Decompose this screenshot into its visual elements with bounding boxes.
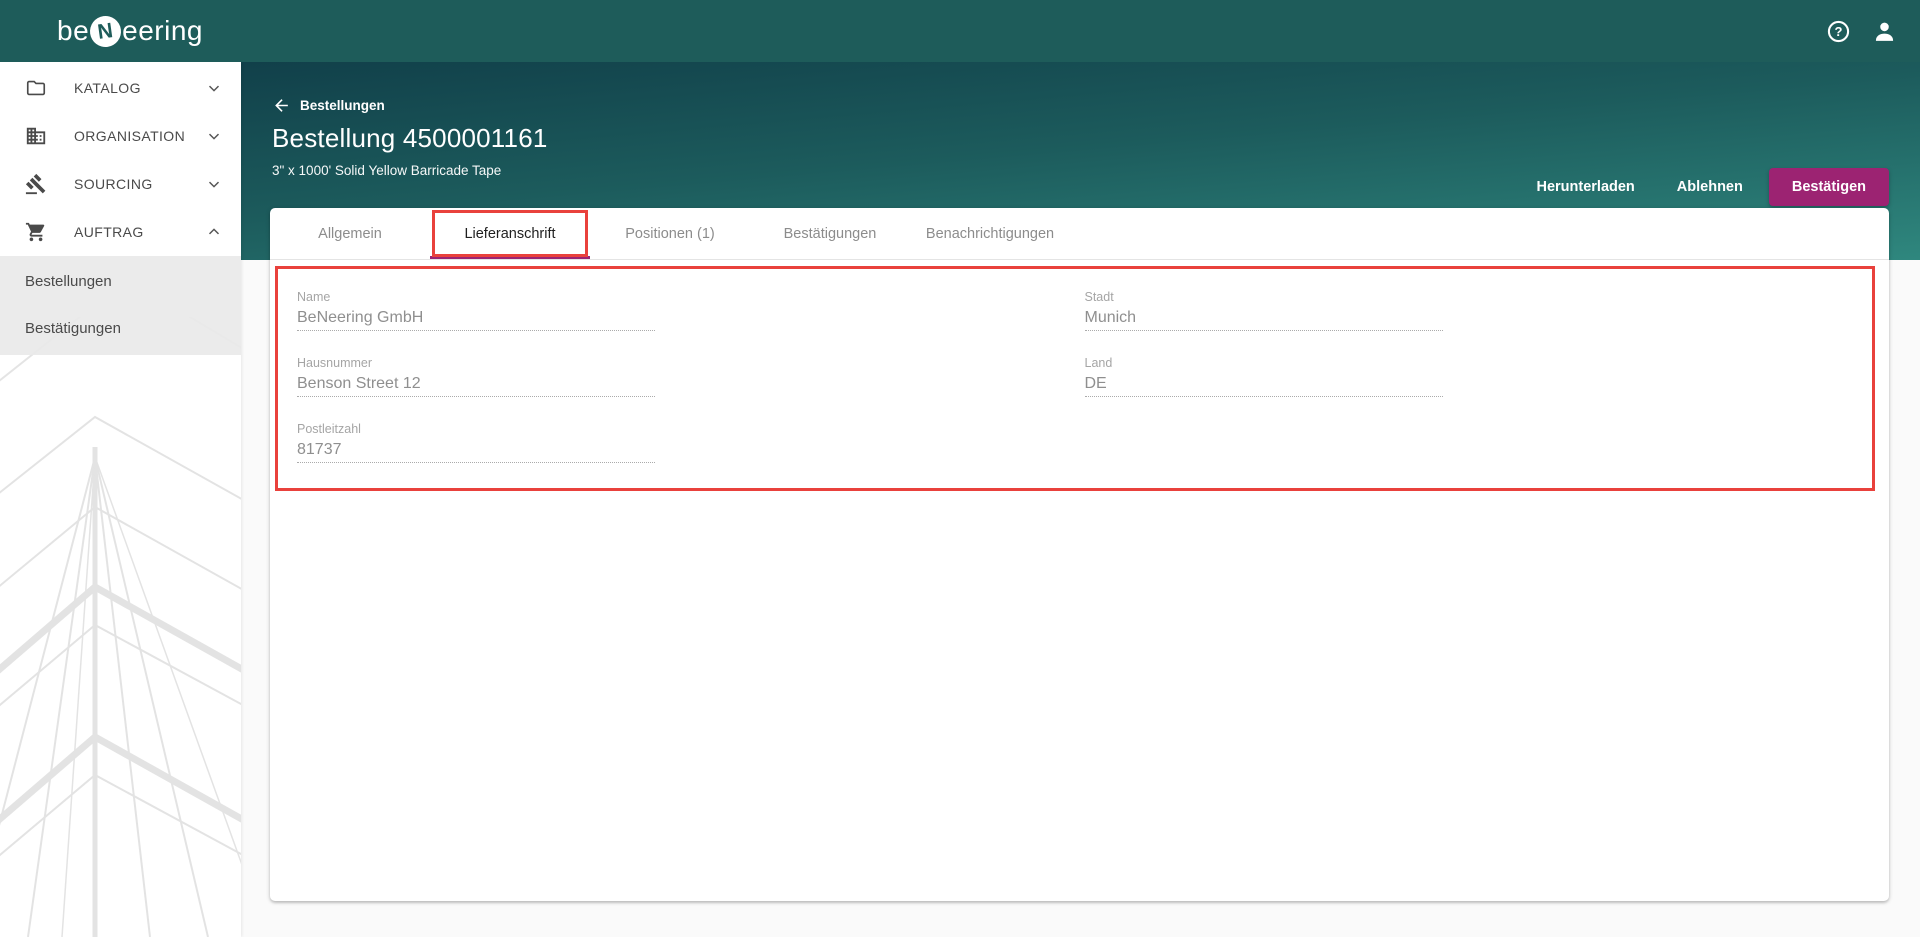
tab-label: Lieferanschrift	[464, 225, 556, 242]
field-label: Hausnummer	[297, 356, 373, 370]
main-content: Bestellungen Bestellung 4500001161 3" x …	[241, 62, 1920, 937]
top-app-bar: be Neering ?	[0, 0, 1920, 62]
chevron-down-icon	[205, 127, 223, 145]
logo-n-icon: N	[88, 13, 124, 49]
sidebar-item-organisation[interactable]: ORGANISATION	[0, 112, 241, 160]
tab-lieferanschrift[interactable]: Lieferanschrift	[430, 208, 590, 259]
account-icon[interactable]	[1870, 17, 1898, 45]
back-link-label: Bestellungen	[300, 98, 385, 113]
field-label: Postleitzahl	[297, 422, 361, 436]
tab-bestaetigungen[interactable]: Bestätigungen	[750, 208, 910, 259]
postleitzahl-field: Postleitzahl 81737	[297, 422, 655, 463]
gavel-icon	[25, 173, 47, 195]
sidebar-item-label: KATALOG	[74, 80, 141, 96]
sidebar-item-label: SOURCING	[74, 176, 153, 192]
sidebar: KATALOG ORGANISATION SOURCING AUFTRAG Be…	[0, 62, 241, 937]
tab-allgemein[interactable]: Allgemein	[270, 208, 430, 259]
auftrag-submenu: Bestellungen Bestätigungen	[0, 256, 241, 355]
name-field: Name BeNeering GmbH	[297, 290, 655, 331]
land-input[interactable]: DE	[1084, 375, 1443, 397]
chevron-down-icon	[205, 79, 223, 97]
confirm-button[interactable]: Bestätigen	[1768, 168, 1889, 206]
building-artwork	[0, 317, 241, 937]
sidebar-item-bestellungen[interactable]: Bestellungen	[0, 258, 241, 305]
back-link[interactable]: Bestellungen	[272, 96, 385, 115]
sidebar-item-label: ORGANISATION	[74, 128, 186, 144]
tab-positionen[interactable]: Positionen (1)	[590, 208, 750, 259]
hausnummer-input[interactable]: Benson Street 12	[297, 375, 655, 397]
help-icon[interactable]: ?	[1824, 17, 1852, 45]
order-detail-card: Allgemein Lieferanschrift Positionen (1)…	[270, 208, 1889, 901]
logo-text-before: be	[57, 15, 90, 46]
annotation-rectangle-form: Name BeNeering GmbH Stadt Munich Hausnum…	[275, 266, 1875, 491]
postleitzahl-input[interactable]: 81737	[297, 441, 655, 463]
hausnummer-field: Hausnummer Benson Street 12	[297, 356, 655, 397]
tab-bar: Allgemein Lieferanschrift Positionen (1)…	[270, 208, 1889, 260]
folder-icon	[25, 77, 47, 99]
land-field: Land DE	[1084, 356, 1443, 397]
active-tab-indicator	[430, 256, 590, 259]
chevron-up-icon	[205, 223, 223, 241]
sidebar-item-katalog[interactable]: KATALOG	[0, 64, 241, 112]
svg-text:?: ?	[1834, 23, 1842, 38]
download-button[interactable]: Herunterladen	[1520, 169, 1650, 205]
arrow-left-icon	[275, 99, 288, 112]
sidebar-item-auftrag[interactable]: AUFTRAG	[0, 208, 241, 256]
sidebar-item-sourcing[interactable]: SOURCING	[0, 160, 241, 208]
stadt-input[interactable]: Munich	[1084, 309, 1443, 331]
chevron-down-icon	[205, 175, 223, 193]
cart-icon	[25, 221, 47, 243]
stadt-field: Stadt Munich	[1084, 290, 1443, 331]
sidebar-item-bestaetigungen[interactable]: Bestätigungen	[0, 305, 241, 352]
beneering-logo[interactable]: be Neering	[0, 13, 203, 49]
logo-text-after: eering	[122, 15, 203, 46]
field-label: Stadt	[1084, 290, 1114, 304]
sidebar-item-label: AUFTRAG	[74, 224, 144, 240]
building-icon	[25, 125, 47, 147]
field-label: Name	[297, 290, 331, 304]
reject-button[interactable]: Ablehnen	[1661, 169, 1759, 205]
tab-benachrichtigungen[interactable]: Benachrichtigungen	[910, 208, 1070, 259]
header-actions: Herunterladen Ablehnen Bestätigen	[1520, 168, 1889, 206]
name-input[interactable]: BeNeering GmbH	[297, 309, 655, 331]
page-title: Bestellung 4500001161	[272, 123, 548, 153]
field-label: Land	[1084, 356, 1113, 370]
